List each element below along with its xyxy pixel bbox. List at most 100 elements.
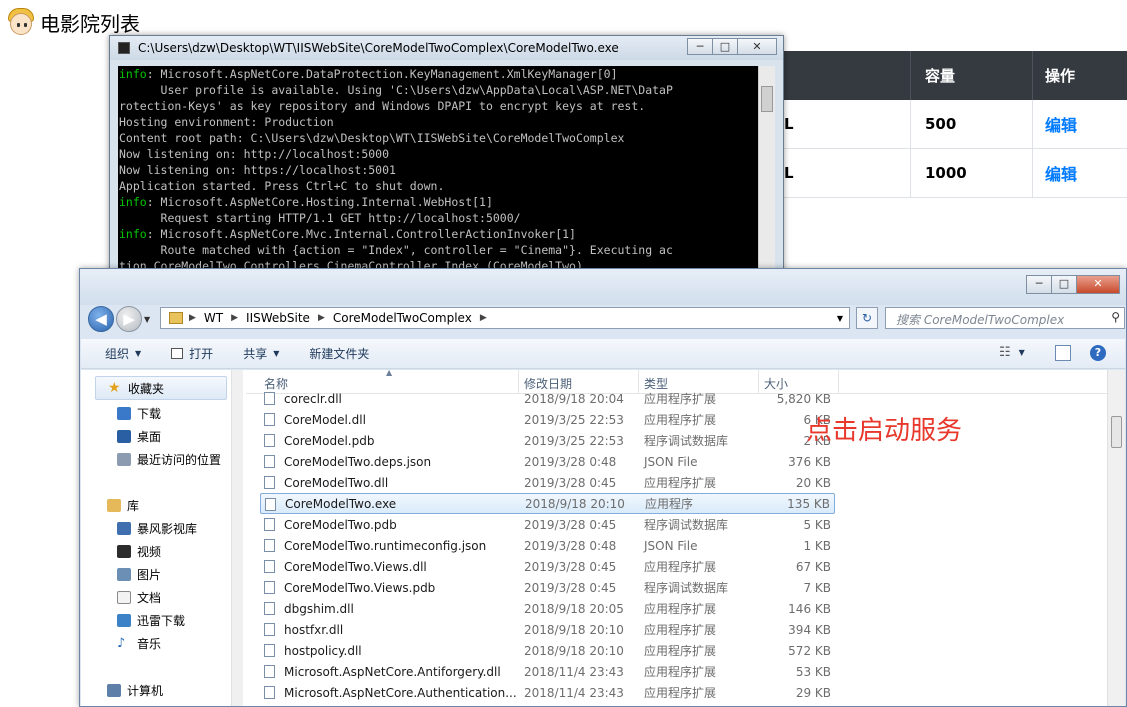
file-name: CoreModel.dll: [284, 412, 366, 427]
new-folder-button[interactable]: 新建文件夹: [309, 345, 369, 362]
open-icon: [171, 348, 184, 359]
file-type: JSON File: [644, 538, 698, 553]
minimize-button[interactable]: ─: [1026, 275, 1052, 294]
sidebar-item-favorites[interactable]: ★ 收藏夹: [95, 376, 227, 400]
file-row[interactable]: CoreModelTwo.exe 2018/9/18 20:10 应用程序 135 K…: [260, 493, 835, 514]
sidebar-item-videos[interactable]: 视频: [117, 541, 161, 561]
log-text: Now listening on: http://localhost:5000: [119, 147, 390, 161]
console-titlebar[interactable]: C:\Users\dzw\Desktop\WT\IISWebSite\CoreM…: [110, 36, 783, 60]
file-date: 2018/9/18 20:10: [524, 643, 624, 658]
maximize-button[interactable]: □: [712, 38, 738, 55]
sidebar-item-xunlei[interactable]: 迅雷下载: [117, 610, 185, 630]
console-scrollbar[interactable]: [758, 66, 775, 284]
video-icon: [117, 544, 131, 558]
sidebar-item-desktop[interactable]: 桌面: [117, 426, 161, 446]
file-date: 2019/3/28 0:48: [524, 538, 617, 553]
star-icon: ★: [108, 379, 121, 396]
file-type: 应用程序扩展: [644, 392, 717, 406]
file-size: 394 KB: [788, 622, 831, 637]
navigation-bar: ◀ ▶ ▼ ▶ WT ▶ IISWebSite ▶ CoreModelTwoCo…: [88, 305, 1126, 333]
sidebar-item-pictures[interactable]: 图片: [117, 564, 161, 584]
address-bar[interactable]: ▶ WT ▶ IISWebSite ▶ CoreModelTwoComplex …: [160, 307, 850, 329]
sidebar-item-recent[interactable]: 最近访问的位置: [117, 449, 221, 469]
file-row[interactable]: CoreModelTwo.dll 2019/3/28 0:45 应用程序扩展 20 K…: [260, 472, 835, 493]
minimize-button[interactable]: ─: [687, 38, 713, 55]
explorer-titlebar[interactable]: [80, 269, 1126, 305]
file-size: 53 KB: [795, 664, 831, 679]
file-row[interactable]: CoreModelTwo.pdb 2019/3/28 0:45 程序调试数据库 5 K…: [260, 514, 835, 535]
file-name: hostpolicy.dll: [284, 643, 362, 658]
file-row[interactable]: CoreModel.pdb 2019/3/25 22:53 程序调试数据库 2 KB: [260, 430, 835, 451]
forward-button[interactable]: ▶: [116, 306, 142, 332]
chevron-right-icon[interactable]: ▶: [231, 313, 238, 323]
back-button[interactable]: ◀: [88, 306, 114, 332]
maximize-button[interactable]: □: [1051, 275, 1077, 294]
file-name: CoreModelTwo.dll: [284, 475, 389, 490]
chevron-right-icon[interactable]: ▶: [318, 313, 325, 323]
console-window[interactable]: C:\Users\dzw\Desktop\WT\IISWebSite\CoreM…: [109, 35, 784, 285]
table-cell-partial: L: [784, 164, 794, 182]
file-row[interactable]: dbgshim.dll 2018/9/18 20:05 应用程序扩展 146 KB: [260, 598, 835, 619]
file-size: 146 KB: [788, 601, 831, 616]
chevron-down-icon: ▼: [135, 349, 142, 358]
file-row[interactable]: Microsoft.AspNetCore.Authentication... 20…: [260, 682, 835, 703]
file-type: 应用程序: [645, 497, 694, 511]
file-list-scrollbar[interactable]: [1107, 370, 1125, 706]
search-input[interactable]: 搜索 CoreModelTwoComplex ⚲: [885, 307, 1125, 329]
file-type: 应用程序扩展: [644, 623, 717, 637]
close-button[interactable]: ✕: [1076, 275, 1120, 294]
chevron-right-icon[interactable]: ▶: [189, 313, 196, 323]
file-row[interactable]: CoreModelTwo.Views.pdb 2019/3/28 0:45 程序调试…: [260, 577, 835, 598]
search-icon[interactable]: ⚲: [1111, 310, 1120, 324]
console-line: Application started. Press Ctrl+C to shu…: [119, 178, 758, 194]
recent-pages-dropdown[interactable]: ▼: [144, 315, 150, 324]
file-type: 应用程序扩展: [644, 413, 717, 427]
scrollbar-thumb[interactable]: [761, 86, 773, 112]
sidebar-item-music[interactable]: ♪ 音乐: [117, 633, 161, 653]
open-button[interactable]: 打开: [171, 345, 213, 362]
log-text: : Microsoft.AspNetCore.Hosting.Internal.…: [146, 195, 493, 209]
sidebar-item-baofeng[interactable]: 暴风影视库: [117, 518, 197, 538]
organize-label: 组织: [105, 347, 130, 361]
file-row[interactable]: CoreModelTwo.deps.json 2019/3/28 0:48 JSON…: [260, 451, 835, 472]
file-row[interactable]: hostfxr.dll 2018/9/18 20:10 应用程序扩展 394 KB: [260, 619, 835, 640]
sidebar-item-label: 计算机: [127, 683, 164, 698]
file-icon: [264, 581, 275, 594]
breadcrumb-iiswebsite[interactable]: IISWebSite: [246, 311, 310, 325]
scrollbar-thumb[interactable]: [1111, 416, 1122, 448]
breadcrumb-coremodeltwocomplex[interactable]: CoreModelTwoComplex: [333, 311, 472, 325]
refresh-button[interactable]: ↻: [856, 307, 878, 329]
view-options-button[interactable]: ☷ ▼: [999, 345, 1025, 360]
file-row[interactable]: Microsoft.AspNetCore.Antiforgery.dll 2018…: [260, 661, 835, 682]
file-row[interactable]: coreclr.dll 2018/9/18 20:04 应用程序扩展 5,820 KB: [260, 388, 835, 409]
file-row[interactable]: hostpolicy.dll 2018/9/18 20:10 应用程序扩展 572 K…: [260, 640, 835, 661]
edit-link[interactable]: 编辑: [1045, 161, 1077, 185]
preview-pane-button[interactable]: [1055, 345, 1071, 361]
sidebar-item-libraries[interactable]: 库: [107, 495, 139, 515]
file-row[interactable]: CoreModelTwo.Views.dll 2019/3/28 0:45 应用程序…: [260, 556, 835, 577]
chevron-right-icon[interactable]: ▶: [480, 313, 487, 323]
sidebar-item-downloads[interactable]: 下载: [117, 403, 161, 423]
console-output: info: Microsoft.AspNetCore.DataProtectio…: [118, 66, 758, 284]
organize-menu[interactable]: 组织 ▼: [105, 345, 141, 362]
address-dropdown-icon[interactable]: ▼: [837, 314, 843, 323]
file-row[interactable]: CoreModel.dll 2019/3/25 22:53 应用程序扩展 6 KB: [260, 409, 835, 430]
help-button[interactable]: ?: [1090, 345, 1106, 361]
share-menu[interactable]: 共享 ▼: [243, 345, 279, 362]
explorer-window[interactable]: ─ □ ✕ ◀ ▶ ▼ ▶ WT ▶ IISWebSite ▶ CoreMode…: [79, 268, 1127, 707]
log-level-tag: info: [119, 195, 147, 209]
file-row[interactable]: CoreModelTwo.runtimeconfig.json 2019/3/28…: [260, 535, 835, 556]
edit-link[interactable]: 编辑: [1045, 112, 1077, 136]
recent-places-icon: [117, 452, 131, 466]
sidebar-item-documents[interactable]: 文档: [117, 587, 161, 607]
breadcrumb-wt[interactable]: WT: [204, 311, 223, 325]
file-size: 67 KB: [795, 559, 831, 574]
search-placeholder: 搜索 CoreModelTwoComplex: [896, 313, 1065, 327]
sidebar-item-computer[interactable]: 计算机: [107, 680, 163, 700]
navigation-scrollbar[interactable]: [231, 370, 243, 706]
chevron-down-icon: ▼: [1018, 348, 1025, 357]
file-size: 29 KB: [795, 685, 831, 700]
close-button[interactable]: ✕: [737, 38, 777, 55]
file-icon: [264, 686, 275, 699]
file-type: 应用程序扩展: [644, 665, 717, 679]
